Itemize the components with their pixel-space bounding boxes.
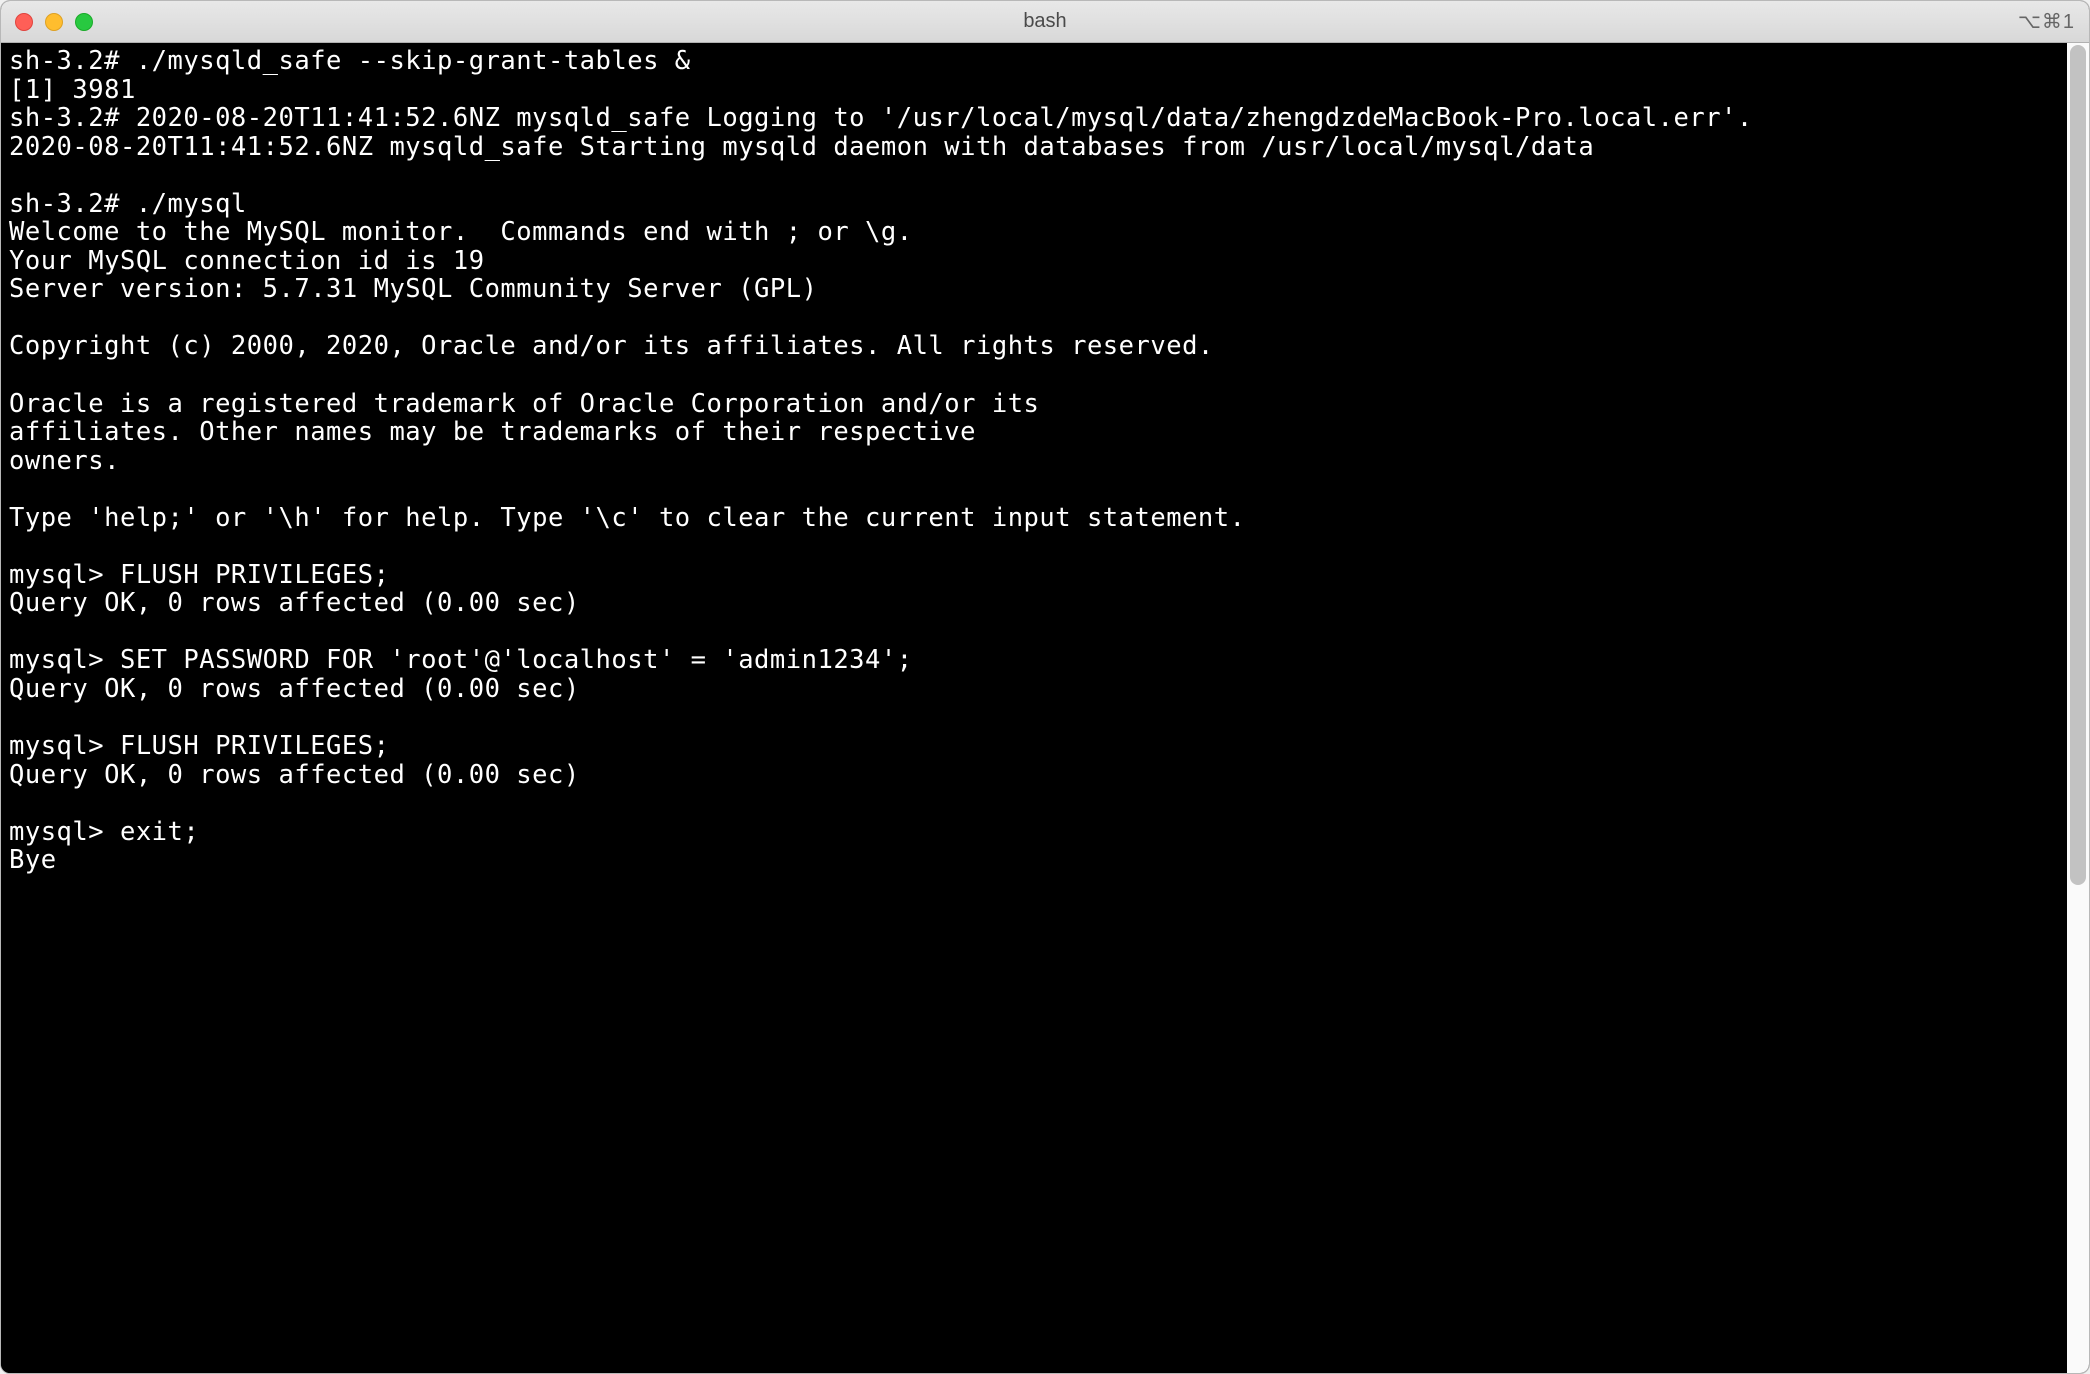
minimize-button[interactable]: [45, 13, 63, 31]
close-button[interactable]: [15, 13, 33, 31]
terminal-body: sh-3.2# ./mysqld_safe --skip-grant-table…: [1, 43, 2089, 1373]
scrollbar-thumb[interactable]: [2070, 45, 2086, 885]
zoom-button[interactable]: [75, 13, 93, 31]
window-shortcut: ⌥⌘1: [2018, 9, 2075, 34]
traffic-lights: [15, 13, 93, 31]
titlebar[interactable]: bash ⌥⌘1: [1, 1, 2089, 43]
terminal-window: bash ⌥⌘1 sh-3.2# ./mysqld_safe --skip-gr…: [0, 0, 2090, 1374]
scrollbar-track[interactable]: [2067, 43, 2089, 1373]
window-title: bash: [1023, 10, 1066, 33]
terminal-content[interactable]: sh-3.2# ./mysqld_safe --skip-grant-table…: [1, 43, 2067, 1373]
